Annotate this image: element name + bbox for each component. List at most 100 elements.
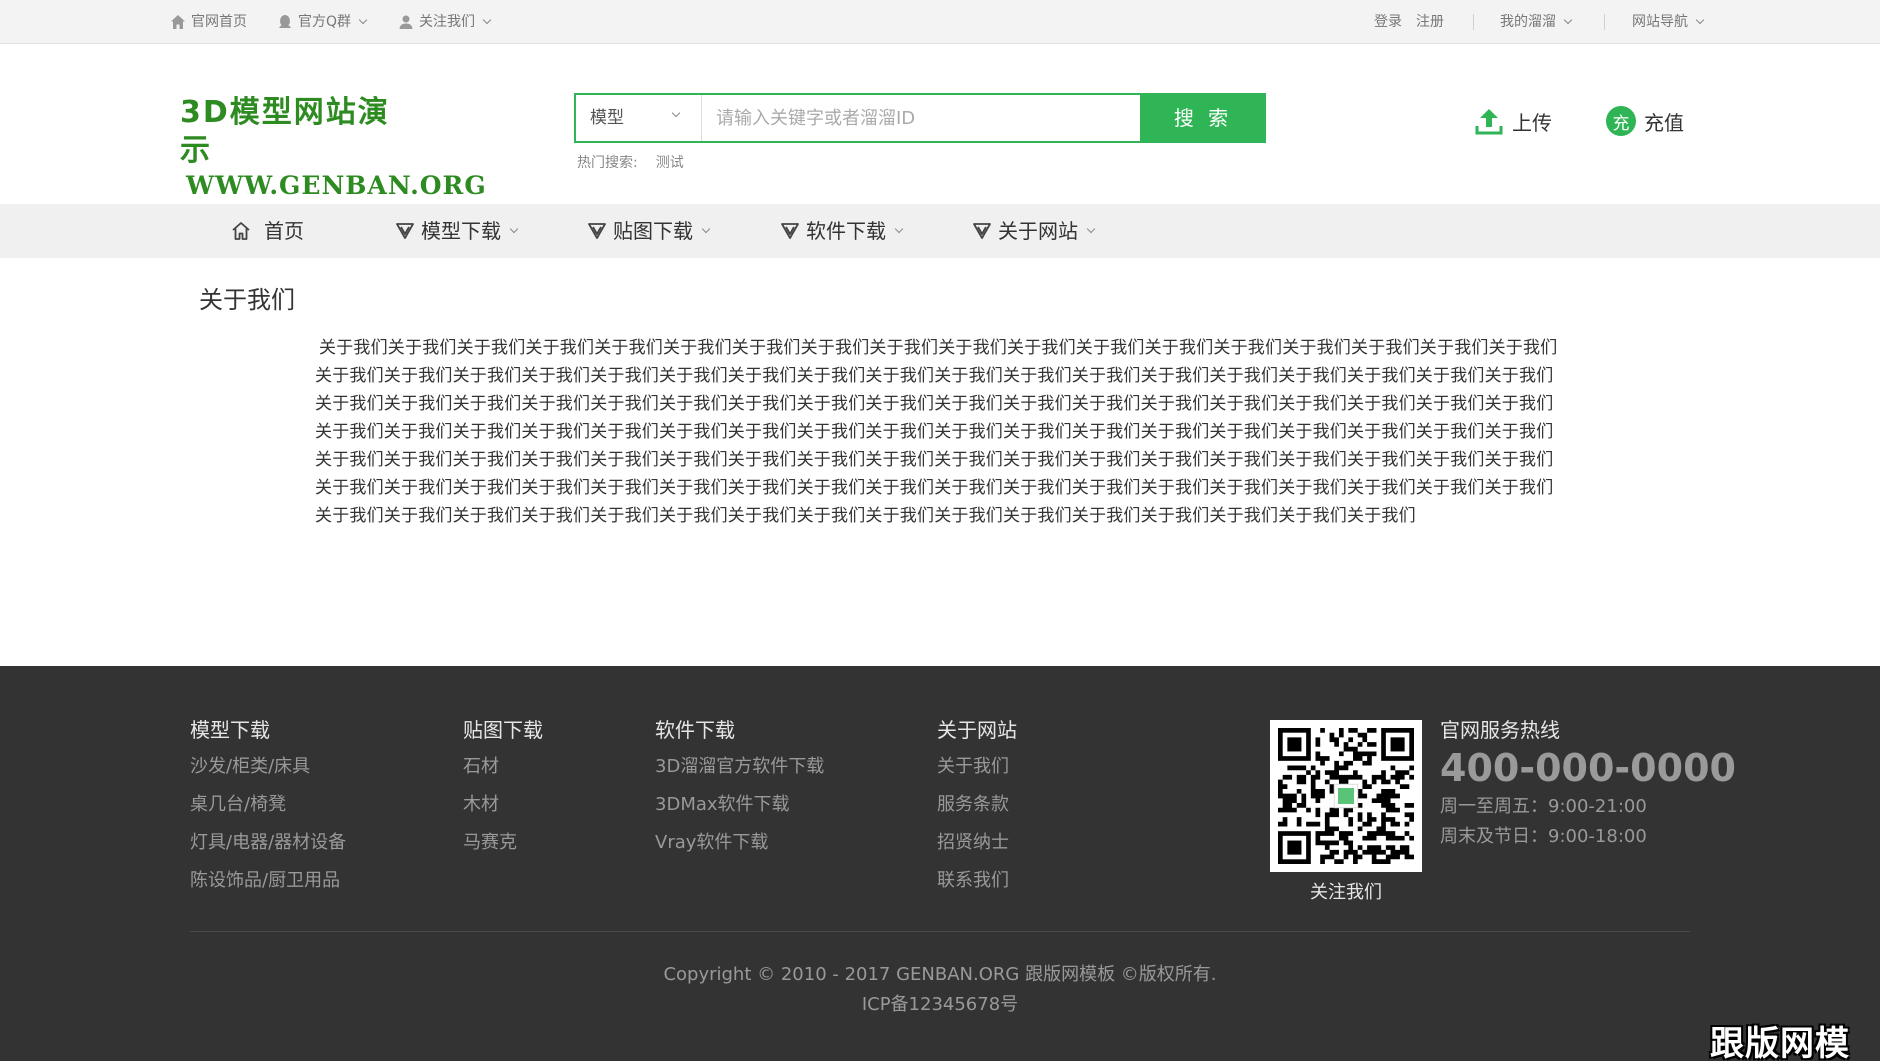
- page-title: 关于我们: [199, 286, 295, 314]
- hot-searches: 热门搜索: 测试: [577, 152, 684, 172]
- hotline-block: 官网服务热线 400-000-0000 周一至周五：9:00-21:00 周末及…: [1440, 716, 1736, 852]
- upload-label: 上传: [1512, 110, 1552, 135]
- nav-item-software[interactable]: 软件下载: [780, 204, 904, 258]
- qr-label: 关注我们: [1310, 882, 1382, 903]
- site-nav-menu[interactable]: 网站导航: [1632, 0, 1705, 44]
- qq-group-label: 官方Q群: [298, 14, 352, 30]
- footer-link[interactable]: 陈设饰品/厨卫用品: [190, 868, 346, 906]
- qq-icon: [279, 15, 291, 28]
- register-link[interactable]: 注册: [1416, 0, 1444, 44]
- chevron-down-icon: [482, 15, 492, 25]
- filter-icon: [588, 223, 606, 239]
- hours-weekday: 周一至周五：9:00-21:00: [1440, 796, 1647, 817]
- footer: 模型下载 沙发/柜类/床具 桌几台/椅凳 灯具/电器/器材设备 陈设饰品/厨卫用…: [0, 666, 1880, 1061]
- footer-link[interactable]: 关于我们: [937, 754, 1017, 792]
- logo-title: 3D模型网站演示: [180, 95, 390, 168]
- footer-link[interactable]: 沙发/柜类/床具: [190, 754, 346, 792]
- footer-link[interactable]: 招贤纳士: [937, 830, 1017, 868]
- upload-icon: [1475, 109, 1503, 135]
- nav-label: 首页: [264, 219, 304, 243]
- filter-icon: [781, 223, 799, 239]
- nav-label: 模型下载: [421, 219, 501, 243]
- search-category-select[interactable]: 模型: [576, 95, 702, 141]
- nav-item-home[interactable]: 首页: [230, 204, 304, 258]
- chevron-down-icon: [509, 224, 519, 234]
- site-nav-label: 网站导航: [1632, 14, 1688, 30]
- footer-heading: 模型下载: [190, 718, 270, 742]
- nav-item-models[interactable]: 模型下载: [395, 204, 519, 258]
- user-icon: [399, 15, 413, 29]
- footer-heading: 贴图下载: [463, 718, 543, 742]
- nav-item-textures[interactable]: 贴图下载: [587, 204, 711, 258]
- footer-link[interactable]: 桌几台/椅凳: [190, 792, 346, 830]
- watermark-logo: 跟版网模板: [1710, 1024, 1850, 1061]
- footer-col-models: 模型下载 沙发/柜类/床具 桌几台/椅凳 灯具/电器/器材设备 陈设饰品/厨卫用…: [190, 716, 346, 906]
- chevron-down-icon: [358, 15, 368, 25]
- my-liuliu-label: 我的溜溜: [1500, 14, 1556, 30]
- filter-icon: [973, 223, 991, 239]
- about-body-text: 关于我们关于我们关于我们关于我们关于我们关于我们关于我们关于我们关于我们关于我们…: [315, 338, 1558, 526]
- recharge-button[interactable]: 充 充值: [1606, 104, 1684, 138]
- hotline-number: 400-000-0000: [1440, 746, 1736, 790]
- footer-col-about: 关于网站 关于我们 服务条款 招贤纳士 联系我们: [937, 716, 1017, 906]
- nav-item-about[interactable]: 关于网站: [972, 204, 1096, 258]
- chevron-down-icon: [671, 108, 681, 118]
- copyright-block: Copyright © 2010 - 2017 GENBAN.ORG 跟版网模板…: [0, 960, 1880, 1020]
- footer-link[interactable]: Vray软件下载: [655, 830, 824, 868]
- nav-label: 软件下载: [806, 219, 886, 243]
- home-link-label: 官网首页: [191, 14, 247, 30]
- recharge-icon: 充: [1606, 106, 1636, 136]
- nav-label: 关于网站: [998, 219, 1078, 243]
- filter-icon: [396, 223, 414, 239]
- main-nav: 首页 模型下载 贴图下载 软件下载 关于网站: [0, 204, 1880, 258]
- my-liuliu-menu[interactable]: 我的溜溜: [1500, 0, 1573, 44]
- footer-link[interactable]: 灯具/电器/器材设备: [190, 830, 346, 868]
- qr-code: [1270, 720, 1422, 872]
- qq-group-menu[interactable]: 官方Q群: [277, 0, 368, 44]
- qr-code-image: [1278, 728, 1414, 864]
- footer-heading: 软件下载: [655, 718, 735, 742]
- search-button[interactable]: 搜 索: [1140, 93, 1266, 143]
- login-link[interactable]: 登录: [1374, 0, 1402, 44]
- divider: [1473, 14, 1474, 30]
- footer-heading: 关于网站: [937, 718, 1017, 742]
- footer-link[interactable]: 3D溜溜官方软件下载: [655, 754, 824, 792]
- top-bar: 官网首页 官方Q群 关注我们 登录 注册 我的溜溜 网站导航: [0, 0, 1880, 44]
- search-category-value: 模型: [590, 108, 624, 128]
- footer-link[interactable]: 联系我们: [937, 868, 1017, 906]
- register-label: 注册: [1416, 14, 1444, 30]
- follow-us-label: 关注我们: [419, 14, 475, 30]
- chevron-down-icon: [701, 224, 711, 234]
- recharge-label: 充值: [1644, 110, 1684, 135]
- home-icon: [232, 222, 250, 240]
- hotline-title: 官网服务热线: [1440, 718, 1560, 742]
- chevron-down-icon: [1086, 224, 1096, 234]
- footer-col-software: 软件下载 3D溜溜官方软件下载 3DMax软件下载 Vray软件下载: [655, 716, 824, 868]
- footer-link[interactable]: 木材: [463, 792, 543, 830]
- footer-col-textures: 贴图下载 石材 木材 马赛克: [463, 716, 543, 868]
- chevron-down-icon: [894, 224, 904, 234]
- footer-link[interactable]: 服务条款: [937, 792, 1017, 830]
- home-icon: [171, 15, 185, 29]
- divider: [1604, 14, 1605, 30]
- footer-link[interactable]: 石材: [463, 754, 543, 792]
- hot-search-label: 热门搜索:: [577, 155, 638, 171]
- search-bar: 模型 搜 索: [574, 93, 1266, 143]
- follow-us-menu[interactable]: 关注我们: [398, 0, 492, 44]
- site-logo[interactable]: 3D模型网站演示 WWW.GENBAN.ORG: [180, 94, 487, 202]
- nav-label: 贴图下载: [613, 219, 693, 243]
- chevron-down-icon: [1563, 15, 1573, 25]
- chevron-down-icon: [1695, 15, 1705, 25]
- footer-link[interactable]: 马赛克: [463, 830, 543, 868]
- footer-divider: [190, 931, 1690, 932]
- logo-url: WWW.GENBAN.ORG: [186, 171, 487, 200]
- search-input[interactable]: [702, 95, 1140, 141]
- icp-text: ICP备12345678号: [861, 994, 1019, 1015]
- hours-weekend: 周末及节日：9:00-18:00: [1440, 826, 1647, 847]
- copyright-text: Copyright © 2010 - 2017 GENBAN.ORG 跟版网模板…: [663, 964, 1217, 985]
- home-link[interactable]: 官网首页: [170, 0, 247, 44]
- upload-button[interactable]: 上传: [1474, 104, 1552, 138]
- login-label: 登录: [1374, 14, 1402, 30]
- hot-search-term[interactable]: 测试: [656, 152, 684, 172]
- footer-link[interactable]: 3DMax软件下载: [655, 792, 824, 830]
